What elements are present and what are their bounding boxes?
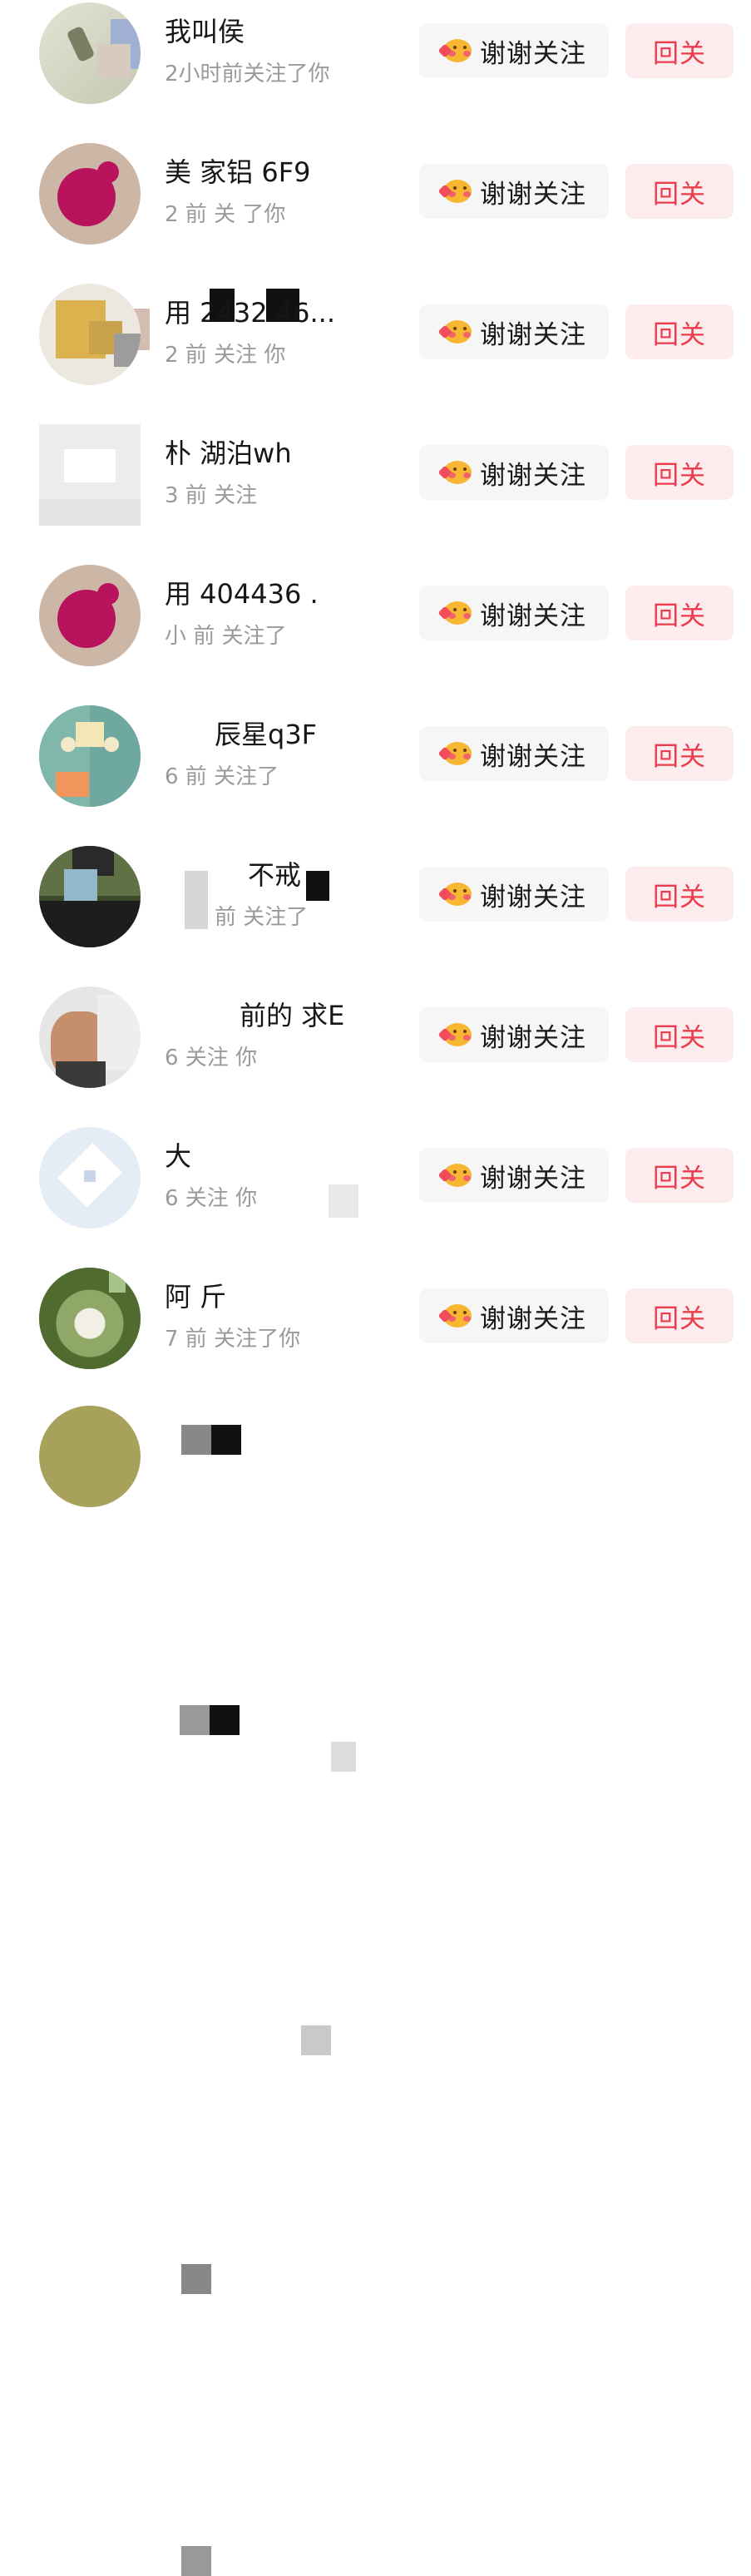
follower-name[interactable]: 用 2432 46... — [165, 296, 389, 329]
man-photo-avatar-icon[interactable] — [39, 986, 141, 1088]
thanks-label: 谢谢关注 — [480, 601, 586, 631]
thanks-label: 谢谢关注 — [480, 1022, 586, 1053]
flower-photo-avatar-icon[interactable] — [39, 1268, 141, 1369]
follower-row[interactable]: 用 2432 46... 2 前 关注 你 谢谢关注 回关 — [0, 281, 751, 422]
follow-time: 6 前 关注了 — [165, 764, 279, 789]
follow-time: 6 关注 你 — [165, 1186, 258, 1211]
blush-heart-emoji-icon — [437, 37, 472, 64]
calligraphy-avatar-icon[interactable] — [39, 2, 141, 104]
follow-back-button[interactable]: 回关 — [625, 586, 734, 640]
thanks-label: 谢谢关注 — [480, 882, 586, 912]
follower-row[interactable]: 用 404436 . 小 前 关注了 谢谢关注 回关 — [0, 562, 751, 1218]
follow-time: 2小时前关注了你 — [165, 62, 330, 87]
follow-time: 3 前 关注 — [165, 483, 258, 508]
thanks-label: 谢谢关注 — [480, 1163, 586, 1194]
follower-name[interactable]: 前的 求E — [165, 999, 389, 1032]
gray-blur-avatar-icon[interactable] — [39, 424, 141, 526]
thanks-for-follow-button[interactable]: 谢谢关注 — [419, 164, 609, 219]
star-logo-avatar-icon[interactable] — [39, 1127, 141, 1229]
follow-time: 2 前 关注 你 — [165, 343, 286, 368]
follower-row[interactable]: 朴 湖泊wh 3 前 关注 谢谢关注 回关 — [0, 422, 751, 929]
follower-row[interactable]: 辰星q3F 6 前 关注了 谢谢关注 回关 — [0, 703, 751, 1455]
blush-heart-emoji-icon — [437, 1162, 472, 1189]
follow-time: 2 前 关 了你 — [165, 202, 286, 227]
follow-back-button[interactable]: 回关 — [625, 23, 734, 78]
gold-blur-avatar-icon[interactable] — [39, 284, 141, 385]
follow-back-button[interactable]: 回关 — [625, 445, 734, 500]
thanks-for-follow-button[interactable]: 谢谢关注 — [419, 726, 609, 781]
thanks-for-follow-button[interactable]: 谢谢关注 — [419, 1007, 609, 1062]
blush-heart-emoji-icon — [437, 319, 472, 345]
thanks-label: 谢谢关注 — [480, 460, 586, 491]
follower-name[interactable]: 美 家铝 6F9 — [165, 156, 389, 189]
thanks-label: 谢谢关注 — [480, 38, 586, 69]
follow-back-button[interactable]: 回关 — [625, 867, 734, 922]
follower-row[interactable]: 美 家铝 6F9 2 前 关 了你 谢谢关注 回关 — [0, 141, 751, 350]
follow-back-button[interactable]: 回关 — [625, 1148, 734, 1203]
follower-name[interactable]: 大 — [165, 1140, 389, 1173]
thanks-label: 谢谢关注 — [480, 179, 586, 210]
thanks-for-follow-button[interactable]: 谢谢关注 — [419, 1148, 609, 1203]
follower-name[interactable]: 朴 湖泊wh — [165, 437, 389, 470]
thanks-label: 谢谢关注 — [480, 319, 586, 350]
follow-back-button[interactable]: 回关 — [625, 304, 734, 359]
thanks-for-follow-button[interactable]: 谢谢关注 — [419, 304, 609, 359]
blush-heart-emoji-icon — [437, 1303, 472, 1329]
follow-time: 前 关注了 — [215, 905, 309, 930]
thanks-for-follow-button[interactable]: 谢谢关注 — [419, 867, 609, 922]
thanks-for-follow-button[interactable]: 谢谢关注 — [419, 1288, 609, 1343]
thanks-label: 谢谢关注 — [480, 1303, 586, 1334]
blush-heart-emoji-icon — [437, 178, 472, 205]
follower-row[interactable]: 我叫侯 2小时前关注了你 谢谢关注 回关 — [0, 0, 751, 141]
thanks-for-follow-button[interactable]: 谢谢关注 — [419, 586, 609, 640]
cartoon-face-avatar-icon[interactable] — [39, 705, 141, 807]
follower-row[interactable]: 不戒 前 关注了 谢谢关注 回关 — [0, 843, 751, 1772]
follow-time: 7 前 关注了你 — [165, 1327, 301, 1352]
follow-back-button[interactable]: 回关 — [625, 726, 734, 781]
thanks-for-follow-button[interactable]: 谢谢关注 — [419, 23, 609, 78]
blush-heart-emoji-icon — [437, 740, 472, 767]
pink-pig-avatar-icon[interactable] — [39, 143, 141, 245]
follower-name[interactable]: 辰星q3F — [165, 718, 389, 751]
follow-time: 小 前 关注了 — [165, 624, 287, 649]
next-avatar-icon[interactable] — [39, 1406, 141, 1507]
follow-back-button[interactable]: 回关 — [625, 164, 734, 219]
follower-name[interactable]: 不戒 — [165, 858, 389, 892]
blush-heart-emoji-icon — [437, 459, 472, 486]
follow-time: 6 关注 你 — [165, 1046, 258, 1070]
blush-heart-emoji-icon — [437, 1021, 472, 1048]
follow-back-button[interactable]: 回关 — [625, 1288, 734, 1343]
thanks-label: 谢谢关注 — [480, 741, 586, 772]
blush-heart-emoji-icon — [437, 881, 472, 907]
pink-pig-avatar-icon[interactable] — [39, 565, 141, 666]
follower-name[interactable]: 阿 斤 — [165, 1280, 389, 1313]
blush-heart-emoji-icon — [437, 600, 472, 626]
follower-row[interactable]: 阿 斤 7 前 关注了你 谢谢关注 回关 — [0, 1265, 751, 2576]
follower-name[interactable]: 我叫侯 — [165, 15, 389, 48]
follower-name[interactable]: 用 404436 . — [165, 577, 389, 611]
follow-back-button[interactable]: 回关 — [625, 1007, 734, 1062]
follower-row[interactable]: 大 6 关注 你 谢谢关注 回关 — [0, 1125, 751, 2294]
person-photo-avatar-icon[interactable] — [39, 846, 141, 947]
thanks-for-follow-button[interactable]: 谢谢关注 — [419, 445, 609, 500]
follower-row[interactable]: 前的 求E 6 关注 你 谢谢关注 回关 — [0, 984, 751, 2055]
